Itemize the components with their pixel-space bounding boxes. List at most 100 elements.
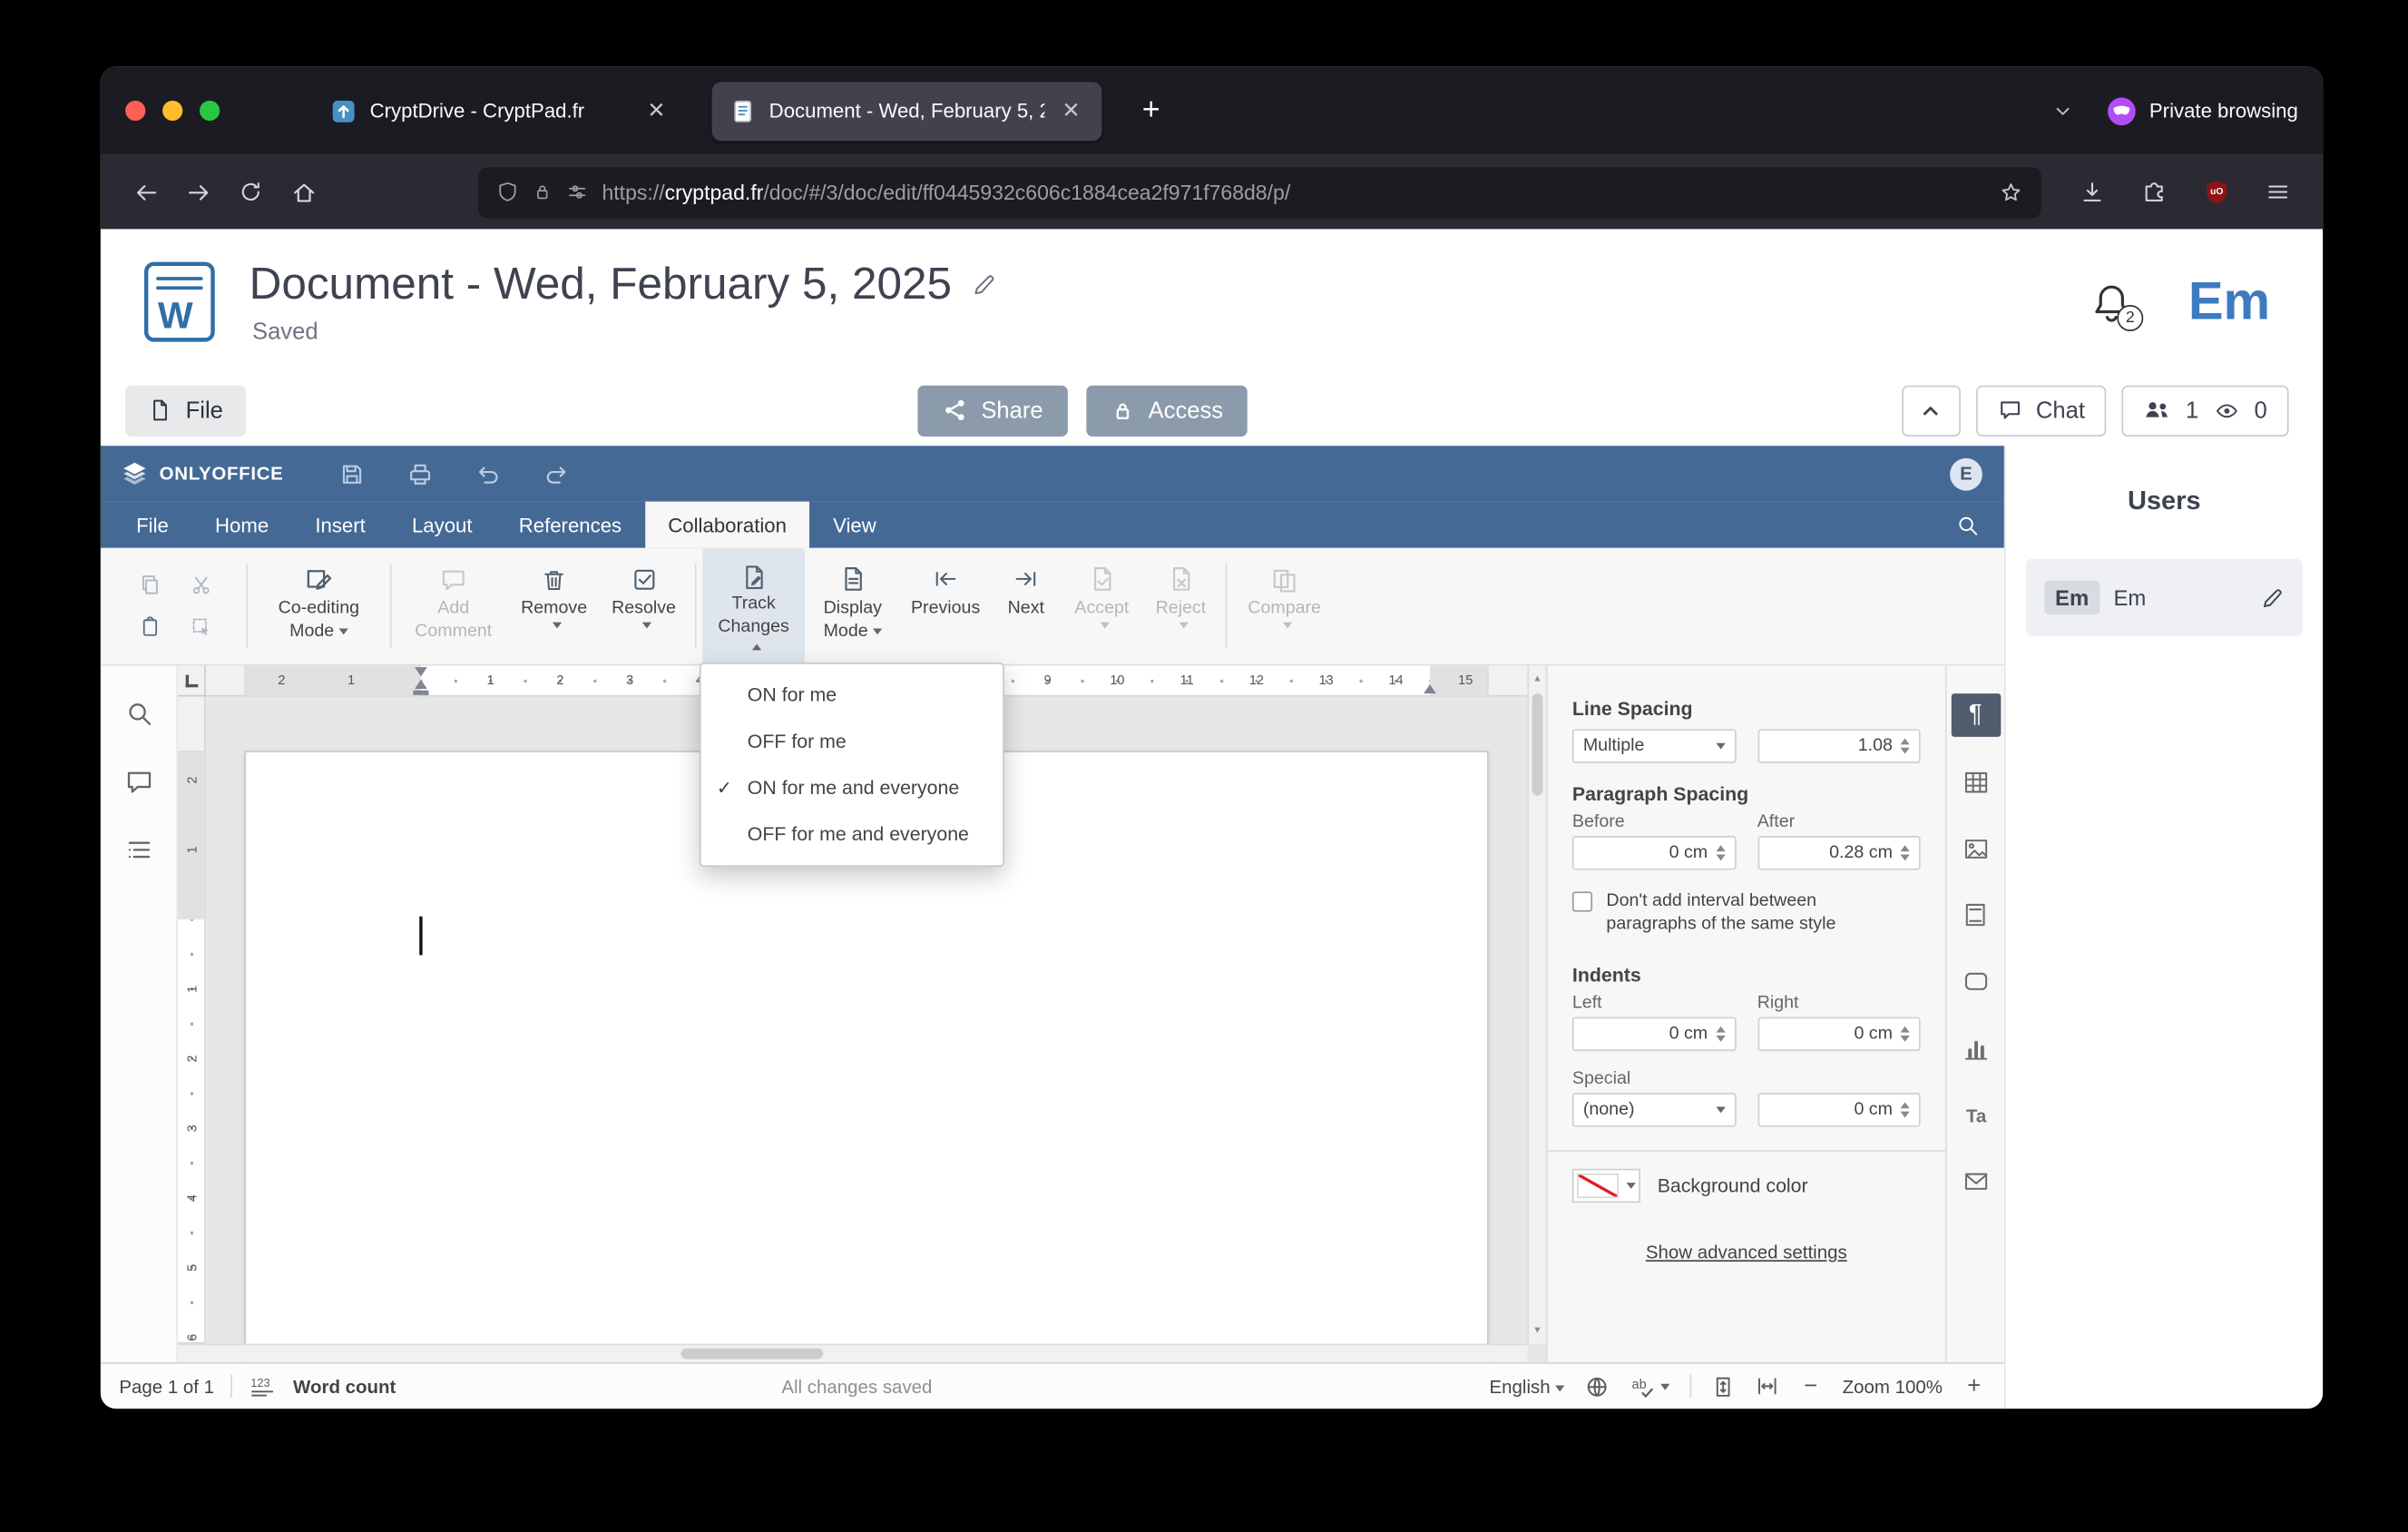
scroll-up-arrow-icon[interactable]: ▲ xyxy=(1529,669,1546,689)
menu-tab-insert[interactable]: Insert xyxy=(292,502,389,548)
indent-left-spinner[interactable]: 0 cm xyxy=(1571,1016,1736,1052)
menu-tab-file[interactable]: File xyxy=(113,502,192,548)
document-language-globe-icon[interactable] xyxy=(1584,1374,1609,1399)
vertical-ruler[interactable]: 21123456 xyxy=(178,696,206,1344)
edit-user-pencil-icon[interactable] xyxy=(2261,586,2285,610)
menu-tab-view[interactable]: View xyxy=(810,502,900,548)
spin-up-icon[interactable] xyxy=(1900,738,1910,744)
menu-hamburger-icon[interactable] xyxy=(2252,167,2305,217)
print-icon[interactable] xyxy=(407,460,434,486)
shape-settings-tab[interactable] xyxy=(1951,959,2001,1003)
image-settings-tab[interactable] xyxy=(1951,827,2001,870)
special-select[interactable]: (none) xyxy=(1571,1093,1736,1127)
tab-document[interactable]: Document - Wed, February 5, 2 ✕ xyxy=(711,81,1102,141)
home-button[interactable] xyxy=(277,167,329,217)
reload-button[interactable] xyxy=(224,167,277,217)
menu-tab-references[interactable]: References xyxy=(495,502,645,548)
extensions-puzzle-icon[interactable] xyxy=(2128,167,2180,217)
advanced-settings-link[interactable]: Show advanced settings xyxy=(1572,1242,1921,1263)
left-indent-marker[interactable] xyxy=(413,689,429,695)
special-amount-spinner[interactable]: 0 cm xyxy=(1757,1093,1921,1127)
previous-change-button[interactable]: Previous xyxy=(901,548,991,664)
edit-title-pencil-icon[interactable] xyxy=(972,272,996,297)
spin-down-icon[interactable] xyxy=(1900,1036,1910,1043)
compare-button[interactable]: Compare xyxy=(1233,548,1336,664)
no-interval-option[interactable]: Don't add interval between paragraphs of… xyxy=(1571,890,1921,937)
notifications-bell-icon[interactable]: 2 xyxy=(2090,281,2144,331)
zoom-in-button[interactable]: + xyxy=(1963,1375,1985,1399)
tab-list-chevron-icon[interactable] xyxy=(2051,100,2073,122)
find-icon[interactable] xyxy=(124,700,152,728)
track-changes-menu-item[interactable]: OFF for me xyxy=(701,718,1003,764)
permissions-sliders-icon[interactable] xyxy=(566,182,588,203)
no-interval-checkbox[interactable] xyxy=(1571,891,1593,912)
menu-tab-layout[interactable]: Layout xyxy=(388,502,495,548)
indent-right-spinner[interactable]: 0 cm xyxy=(1757,1016,1921,1052)
tab-selector-corner[interactable] xyxy=(178,665,206,697)
zoom-out-button[interactable]: − xyxy=(1799,1375,1822,1399)
undo-icon[interactable] xyxy=(475,460,502,486)
fit-page-icon[interactable] xyxy=(1711,1374,1735,1399)
table-settings-tab[interactable] xyxy=(1951,760,2001,803)
coediting-mode-button[interactable]: Co-editing Mode xyxy=(254,548,384,664)
zoom-level[interactable]: Zoom 100% xyxy=(1843,1375,1943,1397)
first-line-indent-marker[interactable] xyxy=(414,667,426,677)
bookmark-star-icon[interactable] xyxy=(2000,181,2023,204)
forward-button[interactable] xyxy=(171,167,224,217)
access-button[interactable]: Access xyxy=(1086,384,1248,437)
editor-user-avatar[interactable]: E xyxy=(1950,457,1982,490)
paragraph-settings-tab[interactable]: ¶ xyxy=(1950,693,2001,737)
comments-panel-icon[interactable] xyxy=(124,768,152,796)
hanging-indent-marker[interactable] xyxy=(414,679,426,689)
close-window-button[interactable] xyxy=(125,100,146,122)
downloads-button[interactable] xyxy=(2066,167,2119,217)
maximize-window-button[interactable] xyxy=(200,100,220,122)
spin-up-icon[interactable] xyxy=(1715,1026,1725,1033)
menu-tab-home[interactable]: Home xyxy=(191,502,291,548)
tracking-shield-icon[interactable] xyxy=(496,182,518,203)
spin-up-icon[interactable] xyxy=(1900,1101,1910,1108)
share-button[interactable]: Share xyxy=(917,384,1068,437)
lock-icon[interactable] xyxy=(533,182,553,203)
navigation-headings-icon[interactable] xyxy=(124,836,152,864)
add-comment-button[interactable]: Add Comment xyxy=(397,548,509,664)
fit-width-icon[interactable] xyxy=(1755,1375,1779,1399)
text-art-settings-tab[interactable]: Ta xyxy=(1951,1093,2001,1136)
vertical-scrollbar[interactable]: ▲ ▼ xyxy=(1527,665,1546,1344)
search-button[interactable] xyxy=(1932,502,2004,548)
line-spacing-select[interactable]: Multiple xyxy=(1571,729,1736,763)
horizontal-scroll-thumb[interactable] xyxy=(680,1348,824,1360)
close-tab-icon[interactable]: ✕ xyxy=(644,97,669,123)
spacing-after-spinner[interactable]: 0.28 cm xyxy=(1757,836,1921,870)
minimize-window-button[interactable] xyxy=(162,100,183,122)
accept-change-button[interactable]: Accept xyxy=(1062,548,1142,664)
close-tab-icon[interactable]: ✕ xyxy=(1059,97,1083,123)
language-selector[interactable]: English xyxy=(1489,1375,1564,1397)
spin-up-icon[interactable] xyxy=(1900,1026,1910,1033)
account-avatar[interactable]: Em xyxy=(2188,271,2270,332)
spell-check-toggle[interactable]: ab xyxy=(1630,1374,1669,1399)
display-mode-button[interactable]: Display Mode xyxy=(805,548,901,664)
redo-icon[interactable] xyxy=(543,460,570,486)
spin-down-icon[interactable] xyxy=(1715,1036,1725,1043)
spin-down-icon[interactable] xyxy=(1715,854,1725,861)
ublock-origin-icon[interactable]: uO xyxy=(2189,167,2242,217)
line-spacing-amount-spinner[interactable]: 1.08 xyxy=(1757,729,1921,763)
horizontal-scrollbar[interactable] xyxy=(178,1343,1528,1362)
page-indicator[interactable]: Page 1 of 1 xyxy=(119,1375,214,1397)
tab-cryptdrive[interactable]: CryptDrive - CryptPad.fr ✕ xyxy=(313,82,688,141)
save-icon[interactable] xyxy=(339,460,366,486)
file-button[interactable]: File xyxy=(125,384,247,437)
spin-down-icon[interactable] xyxy=(1900,854,1910,861)
track-changes-menu-item[interactable]: OFF for me and everyone xyxy=(701,811,1003,858)
menu-tab-collaboration[interactable]: Collaboration xyxy=(644,501,810,548)
vertical-scroll-thumb[interactable] xyxy=(1532,693,1543,796)
back-button[interactable] xyxy=(119,167,171,217)
track-changes-menu-item[interactable]: ON for me xyxy=(701,672,1003,718)
collapse-toolbar-button[interactable] xyxy=(1901,384,1961,437)
next-change-button[interactable]: Next xyxy=(991,548,1062,664)
spacing-before-spinner[interactable]: 0 cm xyxy=(1571,836,1736,870)
spin-down-icon[interactable] xyxy=(1900,748,1910,755)
spin-down-icon[interactable] xyxy=(1900,1112,1910,1118)
paste-icon[interactable] xyxy=(139,615,161,637)
